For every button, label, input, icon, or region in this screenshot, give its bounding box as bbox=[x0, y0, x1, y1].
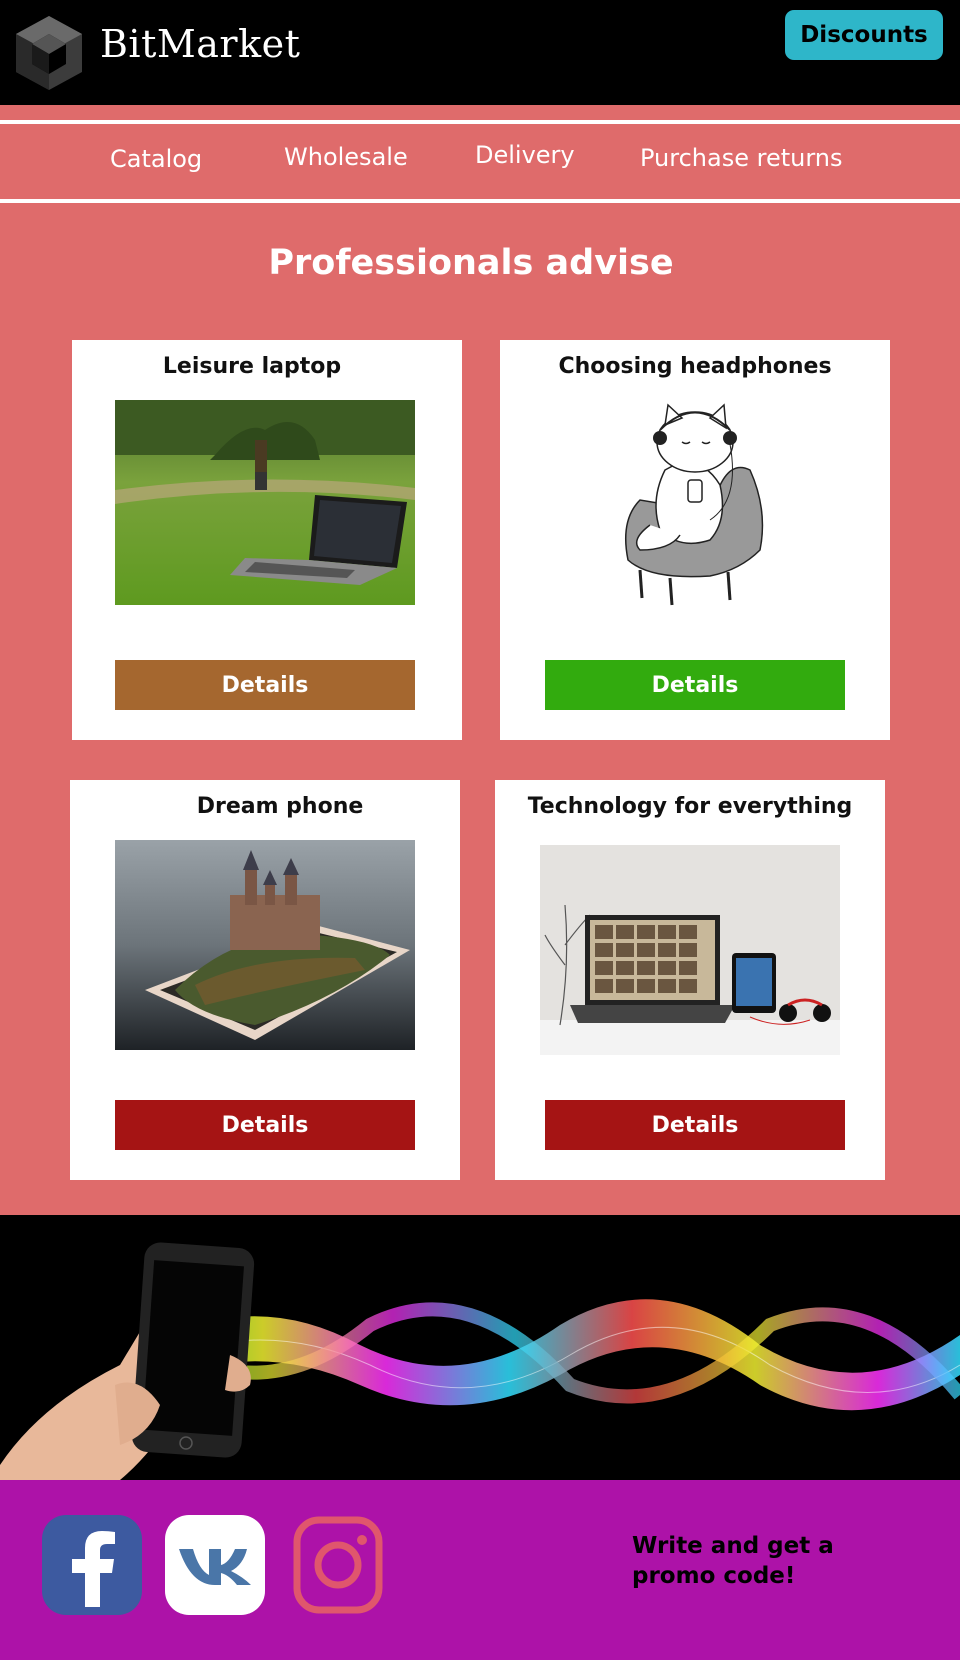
details-button-dream-phone[interactable]: Details bbox=[115, 1100, 415, 1150]
promo-text: Write and get a promo code! bbox=[632, 1533, 834, 1589]
logo-cube-icon[interactable] bbox=[14, 14, 84, 90]
card-title: Leisure laptop bbox=[162, 354, 342, 379]
discounts-button[interactable]: Discounts bbox=[785, 10, 943, 60]
card-title: Dream phone bbox=[196, 794, 364, 819]
nav-item-purchase-returns[interactable]: Purchase returns bbox=[640, 144, 843, 172]
facebook-icon[interactable] bbox=[42, 1515, 142, 1615]
details-button-choosing-headphones[interactable]: Details bbox=[545, 660, 845, 710]
logo-text[interactable]: BitMarket bbox=[100, 22, 300, 66]
nav-divider-top bbox=[0, 120, 960, 124]
nav-item-catalog[interactable]: Catalog bbox=[110, 145, 202, 173]
card-dream-phone: Dream phone Details bbox=[70, 780, 460, 1180]
laptop-on-grass-image bbox=[115, 400, 415, 605]
vk-icon[interactable] bbox=[165, 1515, 265, 1615]
hero-banner bbox=[0, 1215, 960, 1480]
laptop-tablet-headphones-image bbox=[540, 845, 840, 1055]
footer: Write and get a promo code! bbox=[0, 1480, 960, 1660]
card-title: Technology for everything bbox=[527, 794, 853, 819]
card-technology-for-everything: Technology for everything Details bbox=[495, 780, 885, 1180]
details-button-technology-for-everything[interactable]: Details bbox=[545, 1100, 845, 1150]
page-title: Professionals advise bbox=[268, 243, 674, 283]
details-button-leisure-laptop[interactable]: Details bbox=[115, 660, 415, 710]
nav-divider-bottom bbox=[0, 199, 960, 203]
nav-item-delivery[interactable]: Delivery bbox=[475, 141, 575, 169]
cat-with-headphones-image bbox=[610, 400, 780, 610]
castle-phone-image bbox=[115, 840, 415, 1050]
card-title: Choosing headphones bbox=[558, 354, 832, 379]
hand-phone-waves-image bbox=[0, 1242, 960, 1480]
header: BitMarket Discounts bbox=[0, 0, 960, 105]
card-leisure-laptop: Leisure laptop Details bbox=[72, 340, 462, 740]
nav-item-wholesale[interactable]: Wholesale bbox=[284, 143, 408, 171]
card-choosing-headphones: Choosing headphones Details bbox=[500, 340, 890, 740]
instagram-icon[interactable] bbox=[292, 1515, 392, 1615]
